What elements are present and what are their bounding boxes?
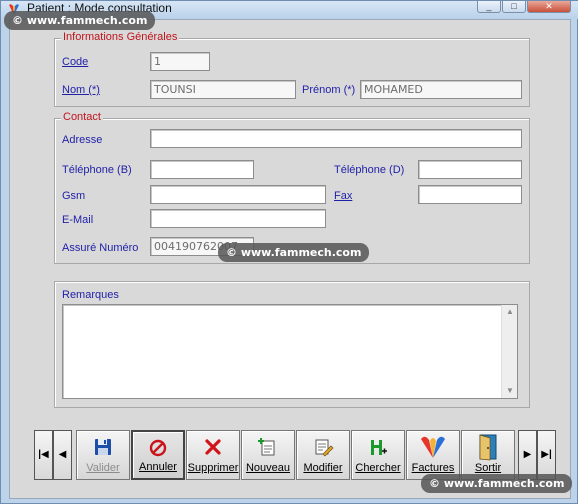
watermark-middle: © www.fammech.com (218, 243, 370, 262)
remarques-group: Remarques ▲ ▼ (54, 281, 530, 408)
scroll-down-icon[interactable]: ▼ (502, 384, 518, 398)
adresse-label: Adresse (62, 134, 103, 146)
invoices-logo-icon (421, 436, 445, 458)
sortir-button[interactable]: Sortir (461, 430, 515, 480)
gsm-label: Gsm (62, 190, 86, 202)
search-plus-icon (371, 440, 387, 455)
watermark-bottom: © www.fammech.com (421, 474, 573, 493)
remarques-scrollbar[interactable]: ▲ ▼ (501, 305, 517, 398)
minimize-button[interactable]: _ (477, 1, 501, 13)
email-label: E-Mail (62, 214, 94, 226)
adresse-field[interactable] (150, 129, 522, 148)
edit-document-icon (315, 439, 334, 457)
supprimer-label: Supprimer (187, 462, 239, 474)
new-document-icon (258, 438, 275, 456)
fax-label: Fax (334, 190, 353, 202)
nom-field[interactable]: TOUNSI (150, 80, 296, 99)
prenom-field[interactable]: MOHAMED (360, 80, 522, 99)
valider-label: Valider (86, 462, 120, 474)
factures-button[interactable]: Factures (406, 430, 460, 480)
modifier-label: Modifier (303, 462, 343, 474)
gsm-field[interactable] (150, 185, 326, 204)
chercher-label: Chercher (355, 462, 401, 474)
nouveau-label: Nouveau (245, 462, 291, 474)
code-field[interactable]: 1 (150, 52, 210, 71)
scroll-up-icon[interactable]: ▲ (502, 305, 518, 319)
contact-legend: Contact (61, 111, 103, 124)
modifier-button[interactable]: Modifier (296, 430, 350, 480)
email-field[interactable] (150, 209, 326, 228)
red-x-icon (205, 439, 221, 455)
general-info-legend: Informations Générales (61, 31, 180, 44)
general-info-group: Informations Générales Code 1 Nom (*) TO… (54, 31, 530, 107)
maximize-button[interactable]: □ (502, 1, 526, 13)
previous-record-button[interactable]: ◀ (53, 430, 72, 480)
exit-door-icon (479, 434, 497, 461)
next-record-button[interactable]: ▶ (518, 430, 537, 480)
nom-label: Nom (*) (62, 84, 100, 96)
annuler-button[interactable]: Annuler (131, 430, 185, 480)
last-record-button[interactable]: ▶| (537, 430, 556, 480)
nouveau-button[interactable]: Nouveau (241, 430, 295, 480)
supprimer-button[interactable]: Supprimer (186, 430, 240, 480)
annuler-label: Annuler (139, 461, 177, 473)
telephone-b-field[interactable] (150, 160, 254, 179)
first-record-button[interactable]: |◀ (34, 430, 53, 480)
cancel-circle-icon (149, 439, 167, 457)
fax-field[interactable] (418, 185, 522, 204)
watermark-top: © www.fammech.com (4, 11, 156, 30)
assure-numero-label: Assuré Numéro (62, 242, 139, 254)
floppy-disk-icon (95, 439, 111, 455)
close-button[interactable]: ✕ (527, 1, 571, 13)
code-label: Code (62, 56, 89, 68)
remarques-textarea[interactable]: ▲ ▼ (62, 304, 518, 399)
prenom-label: Prénom (*) (302, 84, 356, 96)
telephone-d-label: Téléphone (D) (334, 164, 405, 176)
remarques-label: Remarques (62, 289, 119, 301)
telephone-d-field[interactable] (418, 160, 522, 179)
valider-button[interactable]: Valider (76, 430, 130, 480)
telephone-b-label: Téléphone (B) (62, 164, 132, 176)
chercher-button[interactable]: Chercher (351, 430, 405, 480)
